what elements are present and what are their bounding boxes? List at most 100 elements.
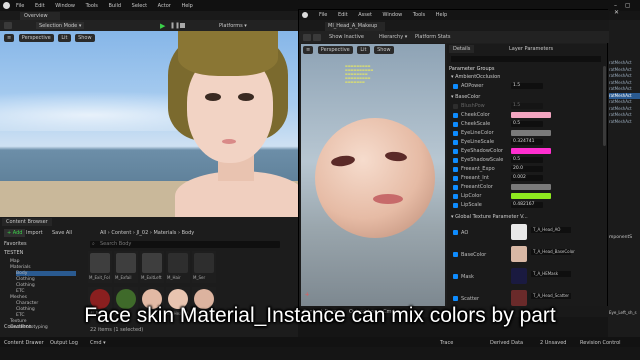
param-enable-checkbox[interactable] bbox=[453, 194, 458, 199]
texture-asset-dropdown[interactable]: T_A_HEMask bbox=[531, 271, 571, 277]
param-enable-checkbox[interactable] bbox=[453, 274, 458, 279]
param-value-field[interactable]: 1.5 bbox=[511, 103, 543, 109]
material-preview-viewport[interactable]: ≡ Perspective Lit Show ▬▬▬▬▬▬▬▬▬ ▬▬▬▬▬▬▬▬… bbox=[301, 44, 445, 306]
main-viewport[interactable]: ≡ Perspective Lit Show bbox=[0, 31, 298, 217]
perspective-button[interactable]: Perspective bbox=[18, 34, 54, 42]
status-unsaved[interactable]: 2 Unsaved bbox=[540, 340, 566, 346]
tab-mi-head-a-makeup[interactable]: MI_Head_A_Makeup bbox=[325, 22, 385, 31]
show-inactive-button[interactable]: Show Inactive bbox=[329, 34, 364, 40]
status-cmd[interactable]: Cmd ▾ bbox=[90, 340, 106, 346]
param-enable-checkbox[interactable] bbox=[453, 149, 458, 154]
material-menu-file[interactable]: File bbox=[319, 12, 327, 18]
param-value-field[interactable]: 0.482167 bbox=[511, 202, 543, 208]
asset-tile[interactable]: M_Exit_Fol bbox=[88, 251, 112, 283]
tree-item-body[interactable]: Body bbox=[16, 271, 76, 276]
outliner-item[interactable]: ratMeshAct bbox=[609, 119, 640, 126]
asset-tile[interactable]: M_Hair bbox=[166, 251, 190, 283]
global-texture-group[interactable]: ▾ Global Texture Parameter V... bbox=[451, 214, 528, 220]
breadcrumb-content[interactable]: Content bbox=[111, 230, 131, 236]
texture-thumbnail[interactable] bbox=[511, 268, 527, 284]
param-value-field[interactable]: 0.324741 bbox=[511, 139, 543, 145]
content-browser-tab[interactable]: Content Browser bbox=[2, 218, 52, 226]
param-enable-checkbox[interactable] bbox=[453, 131, 458, 136]
param-enable-checkbox[interactable] bbox=[453, 84, 458, 89]
param-enable-checkbox[interactable] bbox=[453, 296, 458, 301]
material-menu-help[interactable]: Help bbox=[436, 12, 447, 18]
main-window-controls[interactable]: – ▢ ✕ bbox=[614, 2, 636, 16]
browse-icon[interactable] bbox=[313, 34, 321, 41]
material-menu-edit[interactable]: Edit bbox=[338, 12, 348, 18]
parameter-groups-header[interactable]: Parameter Groups bbox=[449, 66, 494, 72]
param-enable-checkbox[interactable] bbox=[453, 203, 458, 208]
param-value-field[interactable]: 0.002 bbox=[511, 175, 543, 181]
show-button[interactable]: Show bbox=[374, 46, 394, 54]
save-all-button[interactable]: Save All bbox=[52, 230, 72, 236]
param-enable-checkbox[interactable] bbox=[453, 104, 458, 109]
play-button[interactable]: ▶ bbox=[160, 22, 165, 30]
param-value-field[interactable]: 1.5 bbox=[511, 83, 543, 89]
details-scrollbar[interactable] bbox=[603, 66, 606, 146]
asset-tile[interactable]: M_Ser bbox=[192, 251, 216, 283]
param-enable-checkbox[interactable] bbox=[453, 167, 458, 172]
color-swatch[interactable] bbox=[511, 184, 551, 190]
color-swatch[interactable] bbox=[511, 193, 551, 199]
menu-select[interactable]: Select bbox=[132, 3, 147, 9]
search-input[interactable]: ⌕ Search Body bbox=[90, 241, 280, 248]
asset-tile[interactable]: M_Exfail bbox=[114, 251, 138, 283]
tab-overview[interactable]: Overview bbox=[20, 12, 60, 20]
color-swatch[interactable] bbox=[511, 112, 551, 118]
breadcrumb-ji02[interactable]: JI_02 bbox=[136, 230, 148, 236]
param-enable-checkbox[interactable] bbox=[453, 122, 458, 127]
tree-item-clothing[interactable]: Clothing bbox=[16, 277, 35, 282]
param-enable-checkbox[interactable] bbox=[453, 158, 458, 163]
stop-icon[interactable] bbox=[180, 23, 185, 28]
status-derived-data[interactable]: Derived Data bbox=[490, 340, 523, 346]
color-swatch[interactable] bbox=[511, 148, 551, 154]
param-value-field[interactable]: 0.5 bbox=[511, 157, 543, 163]
texture-asset-dropdown[interactable]: T_A_Head_AO bbox=[531, 227, 571, 233]
breadcrumb-materials[interactable]: Materials bbox=[153, 230, 176, 236]
texture-asset-dropdown[interactable]: T_A_Head_BaseColor bbox=[531, 249, 575, 255]
menu-edit[interactable]: Edit bbox=[35, 3, 45, 9]
platforms-dropdown[interactable]: Platforms ▾ bbox=[216, 22, 250, 29]
menu-build[interactable]: Build bbox=[108, 3, 121, 9]
hierarchy-button[interactable]: Hierarchy ▾ bbox=[379, 34, 407, 40]
param-value-field[interactable]: 20.0 bbox=[511, 166, 543, 172]
param-enable-checkbox[interactable] bbox=[453, 176, 458, 181]
color-swatch[interactable] bbox=[511, 130, 551, 136]
status-trace[interactable]: Trace bbox=[440, 340, 453, 346]
tree-item-map[interactable]: Map bbox=[10, 259, 20, 264]
param-enable-checkbox[interactable] bbox=[453, 140, 458, 145]
asset-tile[interactable]: M_ExitLeft bbox=[140, 251, 164, 283]
material-menu-asset[interactable]: Asset bbox=[358, 12, 372, 18]
project-header[interactable]: TESTEN bbox=[4, 250, 23, 256]
tree-item-materials[interactable]: Materials bbox=[10, 265, 31, 270]
param-enable-checkbox[interactable] bbox=[453, 230, 458, 235]
layer-parameters-tab[interactable]: Layer Parameters bbox=[505, 45, 557, 53]
breadcrumb-body[interactable]: Body bbox=[182, 230, 195, 236]
breadcrumb-all[interactable]: All bbox=[100, 230, 106, 236]
base-color-group[interactable]: ▾ BaseColor bbox=[451, 94, 480, 100]
texture-thumbnail[interactable] bbox=[511, 224, 527, 240]
pause-icon[interactable]: ❚❚ bbox=[170, 22, 180, 29]
platform-stats-button[interactable]: Platform Stats bbox=[415, 34, 450, 40]
perspective-button[interactable]: Perspective bbox=[317, 46, 353, 54]
lit-button[interactable]: Lit bbox=[58, 34, 71, 42]
material-menu-window[interactable]: Window bbox=[383, 12, 403, 18]
details-search-input[interactable] bbox=[451, 56, 601, 62]
lit-button[interactable]: Lit bbox=[357, 46, 370, 54]
texture-thumbnail[interactable] bbox=[511, 246, 527, 262]
viewport-menu-icon[interactable]: ≡ bbox=[4, 34, 15, 42]
status-output-log[interactable]: Output Log bbox=[50, 340, 78, 346]
status-revision-control[interactable]: Revision Control bbox=[580, 340, 621, 346]
menu-window[interactable]: Window bbox=[55, 3, 75, 9]
menu-actor[interactable]: Actor bbox=[158, 3, 171, 9]
import-button[interactable]: Import bbox=[26, 230, 43, 236]
show-button[interactable]: Show bbox=[75, 34, 95, 42]
favorites-header[interactable]: Favorites bbox=[4, 241, 27, 247]
add-button[interactable]: + Add bbox=[4, 229, 26, 237]
save-icon[interactable] bbox=[4, 22, 12, 29]
selection-mode-dropdown[interactable]: Selection Mode ▾ bbox=[36, 22, 85, 29]
ambient-occlusion-group[interactable]: ▾ AmbientOcclusion bbox=[451, 74, 500, 80]
menu-file[interactable]: File bbox=[16, 3, 24, 9]
